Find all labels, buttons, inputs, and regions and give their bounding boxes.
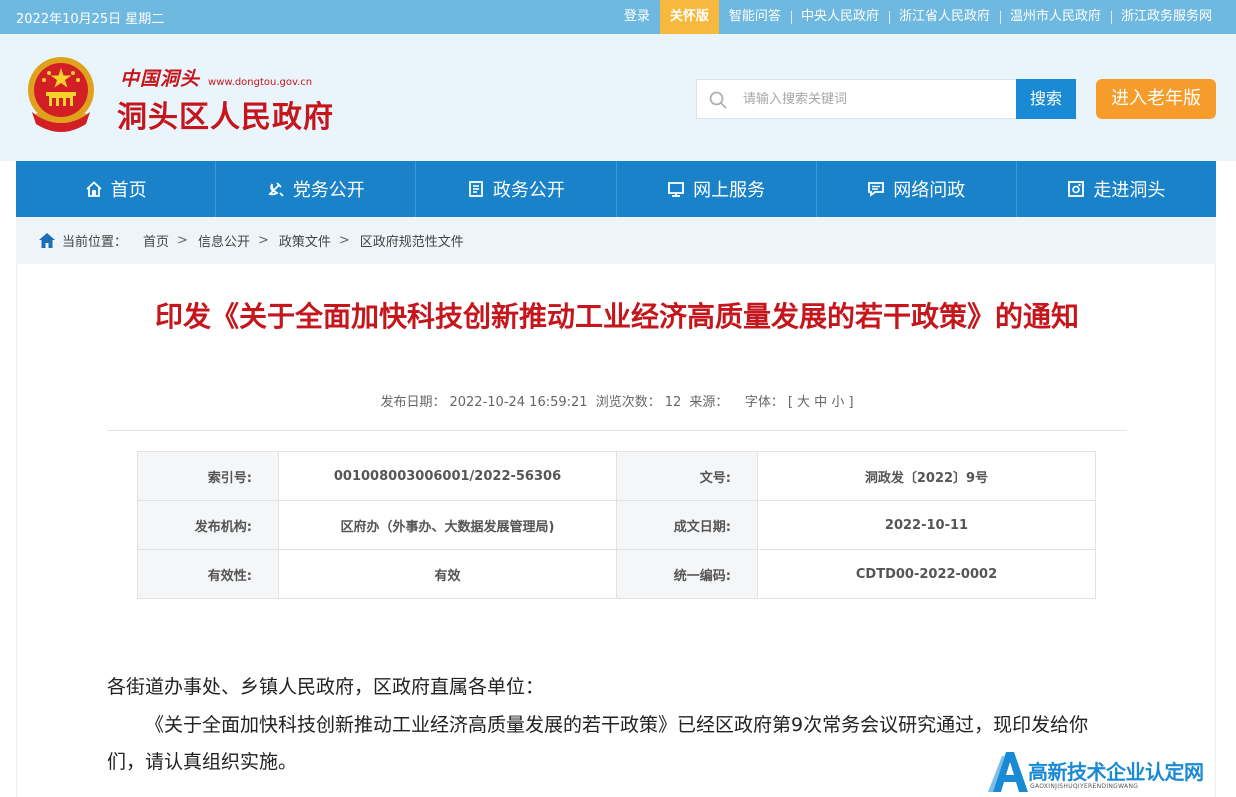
login-link[interactable]: 登录 xyxy=(614,0,660,34)
top-bar: 2022年10月25日 星期二 登录 关怀版 智能问答 中央人民政府 浙江省人民… xyxy=(0,0,1236,34)
info-value: 有效 xyxy=(278,549,617,599)
nav-item-about-dongtou[interactable]: 走进洞头 xyxy=(1015,161,1216,217)
breadcrumb: 当前位置： 首页 > 信息公开 > 政策文件 > 区政府规范性文件 xyxy=(16,217,1216,264)
publish-date: 2022-10-24 16:59:21 xyxy=(449,395,588,410)
monitor-icon xyxy=(668,182,684,197)
top-links: 登录 关怀版 智能问答 中央人民政府 浙江省人民政府 温州市人民政府 浙江政务服… xyxy=(614,0,1222,34)
article-content: 印发《关于全面加快科技创新推动工业经济高质量发展的若干政策》的通知 发布日期： 2… xyxy=(16,264,1216,797)
nav-item-online-inquiry[interactable]: 网络问政 xyxy=(815,161,1016,217)
info-key: 有效性: xyxy=(137,549,279,599)
brand-small-text: 中国洞头 xyxy=(120,68,201,90)
zhejiang-gov-link[interactable]: 浙江省人民政府 xyxy=(888,0,1000,34)
watermark: 高新技术企业认定网 GAOXINJISHUQIYERENDINGWANG xyxy=(988,748,1236,797)
home-icon xyxy=(85,181,102,197)
watermark-text: 高新技术企业认定网 xyxy=(1028,760,1204,784)
nav-item-party[interactable]: 党务公开 xyxy=(215,161,415,217)
article-salutation: 各街道办事处、乡镇人民政府，区政府直属各单位： xyxy=(107,676,545,698)
watermark-subtext: GAOXINJISHUQIYERENDINGWANG xyxy=(1030,783,1139,790)
info-value: 区府办（外事办、大数据发展管理局) xyxy=(278,500,617,550)
article-title: 印发《关于全面加快科技创新推动工业经济高质量发展的若干政策》的通知 xyxy=(154,300,1079,333)
source-label: 来源： xyxy=(689,395,729,410)
breadcrumb-info-public[interactable]: 信息公开 xyxy=(198,231,250,250)
nav-label: 网上服务 xyxy=(693,180,766,201)
search-icon xyxy=(709,91,727,109)
smart-qa-link[interactable]: 智能问答 xyxy=(719,0,791,34)
message-icon xyxy=(868,182,885,197)
chevron-right-icon: > xyxy=(257,233,269,248)
nav-label: 政务公开 xyxy=(492,180,565,201)
chevron-right-icon: > xyxy=(177,233,188,248)
info-key: 文号: xyxy=(616,451,758,501)
photo-icon xyxy=(1068,181,1085,197)
brand-url: www.dongtou.gov.cn xyxy=(208,77,313,88)
font-size-label: 字体： xyxy=(744,395,784,410)
table-row: 索引号: 001008003006001/2022-56306 文号: 洞政发〔… xyxy=(137,451,1096,501)
info-key: 统一编码: xyxy=(616,549,758,599)
search-box xyxy=(696,79,1017,119)
font-size-switcher[interactable]: [ 大 中 小 ] xyxy=(788,395,854,410)
table-row: 有效性: 有效 统一编码: CDTD00-2022-0002 xyxy=(137,549,1096,599)
search-button[interactable]: 搜索 xyxy=(1016,79,1076,119)
info-value: 洞政发〔2022〕9号 xyxy=(757,451,1096,501)
nav-label: 党务公开 xyxy=(292,180,365,201)
nav-item-gov-affairs[interactable]: 政务公开 xyxy=(415,161,615,217)
info-key: 成文日期: xyxy=(616,500,758,550)
info-value: CDTD00-2022-0002 xyxy=(757,549,1096,599)
views-count: 12 xyxy=(664,395,682,410)
info-value: 2022-10-11 xyxy=(757,500,1096,550)
article-paragraph: 《关于全面加快科技创新推动工业经济高质量发展的若干政策》已经区政府第9次常务会议… xyxy=(107,714,1089,773)
nav-label: 首页 xyxy=(110,180,147,201)
breadcrumb-label: 当前位置： xyxy=(62,235,128,250)
chevron-right-icon: > xyxy=(338,233,350,248)
search-input[interactable] xyxy=(743,80,1003,118)
divider xyxy=(107,430,1127,431)
care-version-link[interactable]: 关怀版 xyxy=(659,0,719,34)
home-icon xyxy=(39,233,55,248)
info-key: 索引号: xyxy=(137,451,279,501)
national-emblem-icon[interactable] xyxy=(22,54,100,138)
watermark-logo-icon xyxy=(988,752,1028,792)
breadcrumb-home[interactable]: 首页 xyxy=(143,231,169,250)
info-key: 发布机构: xyxy=(137,500,279,550)
brand-small: 中国洞头 www.dongtou.gov.cn xyxy=(120,64,312,91)
publish-date-label: 发布日期： xyxy=(380,395,446,410)
nav-item-home[interactable]: 首页 xyxy=(16,161,215,217)
central-gov-link[interactable]: 中央人民政府 xyxy=(790,0,889,34)
table-row: 发布机构: 区府办（外事办、大数据发展管理局) 成文日期: 2022-10-11 xyxy=(137,500,1096,550)
party-icon xyxy=(267,182,284,197)
nav-item-online-service[interactable]: 网上服务 xyxy=(615,161,816,217)
elder-version-button[interactable]: 进入老年版 xyxy=(1096,79,1216,119)
wenzhou-gov-link[interactable]: 温州市人民政府 xyxy=(999,0,1111,34)
info-value: 001008003006001/2022-56306 xyxy=(278,451,617,501)
document-info-table: 索引号: 001008003006001/2022-56306 文号: 洞政发〔… xyxy=(137,451,1096,599)
breadcrumb-normative-docs[interactable]: 区政府规范性文件 xyxy=(360,231,464,250)
zhejiang-service-link[interactable]: 浙江政务服务网 xyxy=(1110,0,1222,34)
views-label: 浏览次数： xyxy=(595,395,661,410)
site-header: 中国洞头 www.dongtou.gov.cn 洞头区人民政府 搜索 进入老年版 xyxy=(0,34,1236,161)
main-nav: 首页 党务公开 政务公开 网上服务 网络问政 走进洞头 xyxy=(16,161,1216,217)
current-date: 2022年10月25日 星期二 xyxy=(16,12,165,27)
breadcrumb-policy-docs[interactable]: 政策文件 xyxy=(279,231,331,250)
document-icon xyxy=(469,181,483,197)
article-meta: 发布日期： 2022-10-24 16:59:21 浏览次数： 12 来源： 字体：… xyxy=(17,391,1217,410)
nav-label: 走进洞头 xyxy=(1093,180,1166,201)
nav-label: 网络问政 xyxy=(893,180,966,201)
site-title[interactable]: 洞头区人民政府 xyxy=(117,92,334,136)
